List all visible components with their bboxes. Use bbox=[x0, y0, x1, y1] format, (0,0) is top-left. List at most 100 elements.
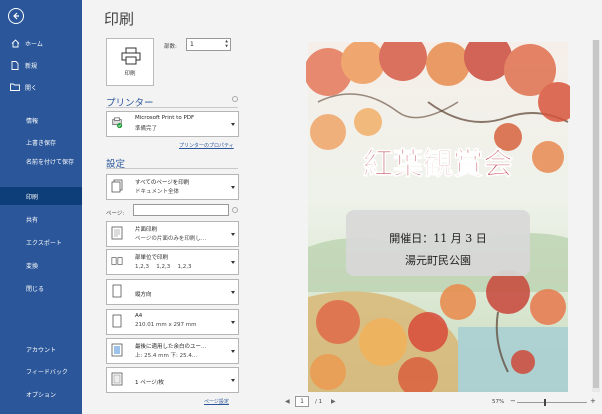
sidebar-item-transform[interactable]: 変換 bbox=[0, 256, 82, 274]
pages-label: ページ: bbox=[106, 211, 125, 217]
chevron-down-icon bbox=[231, 379, 235, 382]
margins-dropdown[interactable]: 最後に適用した余白のユー... 上: 25.4 mm 下: 25.4... bbox=[106, 338, 239, 364]
chevron-down-icon bbox=[231, 291, 235, 294]
printer-dropdown[interactable]: Microsoft Print to PDF 準備完了 bbox=[106, 111, 239, 137]
event-place: 湯元町民公園 bbox=[405, 254, 471, 267]
sidebar-item-open[interactable]: 開く bbox=[0, 78, 82, 96]
divider bbox=[106, 168, 238, 169]
sidebar-item-info[interactable]: 情報 bbox=[0, 111, 82, 129]
zoom-out-icon[interactable]: − bbox=[510, 397, 516, 405]
zoom-slider-handle[interactable] bbox=[544, 399, 546, 406]
sidebar-item-label: エクスポート bbox=[26, 239, 62, 247]
word-backstage-print: ホーム 新規 開く 情報 上書き保存 名前を付けて保存 印刷 共有 エクスポート… bbox=[0, 0, 602, 414]
sidebar-item-label: フィードバック bbox=[26, 368, 68, 376]
sidebar-item-share[interactable]: 共有 bbox=[0, 210, 82, 228]
current-page-input[interactable]: 1 bbox=[295, 396, 309, 407]
backstage-sidebar: ホーム 新規 開く 情報 上書き保存 名前を付けて保存 印刷 共有 エクスポート… bbox=[0, 0, 82, 414]
portrait-icon bbox=[112, 284, 122, 298]
zoom-slider[interactable] bbox=[517, 402, 587, 403]
pages-icon bbox=[111, 179, 123, 193]
previous-page-icon[interactable]: ◀ bbox=[285, 398, 290, 405]
chevron-down-icon bbox=[231, 350, 235, 353]
setting-line1: 最後に適用した余白のユー... bbox=[135, 344, 207, 350]
total-pages: / 1 bbox=[315, 399, 323, 405]
sidebar-item-label: 新規 bbox=[25, 62, 38, 70]
margins-icon bbox=[111, 343, 123, 357]
setting-line1: 片面印刷 bbox=[135, 227, 158, 233]
scrollbar-thumb[interactable] bbox=[593, 40, 599, 388]
chevron-down-icon bbox=[231, 123, 235, 126]
page-title: 印刷 bbox=[104, 10, 135, 28]
sidebar-item-new[interactable]: 新規 bbox=[0, 56, 82, 74]
sidebar-item-label: 変換 bbox=[26, 262, 39, 270]
next-page-icon[interactable]: ▶ bbox=[331, 398, 336, 405]
home-icon bbox=[10, 38, 20, 48]
sidebar-item-label: 印刷 bbox=[26, 193, 39, 201]
zoom-in-icon[interactable]: + bbox=[590, 397, 596, 405]
preview-scrollbar[interactable] bbox=[592, 40, 600, 392]
print-preview-page: 紅葉観賞会 開催日：11 月 3 日 湯元町民公園 bbox=[306, 42, 570, 392]
copies-value: 1 bbox=[190, 41, 194, 48]
sidebar-item-label: 閉じる bbox=[26, 285, 45, 293]
new-document-icon bbox=[10, 60, 20, 70]
sidebar-item-export[interactable]: エクスポート bbox=[0, 233, 82, 251]
sidebar-item-options[interactable]: オプション bbox=[0, 385, 82, 403]
info-icon[interactable] bbox=[232, 96, 238, 102]
chevron-down-icon bbox=[231, 186, 235, 189]
print-range-dropdown[interactable]: すべてのページを印刷 ドキュメント全体 bbox=[106, 174, 239, 200]
setting-line2: 上: 25.4 mm 下: 25.4... bbox=[135, 353, 198, 359]
setting-line1: すべてのページを印刷 bbox=[135, 180, 190, 186]
paper-size-icon bbox=[112, 314, 122, 328]
sidebar-item-label: 開く bbox=[25, 84, 38, 92]
setting-line2: 1,2,3 1,2,3 1,2,3 bbox=[135, 264, 192, 270]
print-button-label: 印刷 bbox=[124, 71, 136, 77]
pages-input[interactable] bbox=[133, 204, 229, 216]
printer-status: 準備完了 bbox=[135, 126, 158, 132]
chevron-down-icon bbox=[231, 233, 235, 236]
sidebar-item-save[interactable]: 上書き保存 bbox=[0, 133, 82, 151]
chevron-down-icon bbox=[231, 261, 235, 264]
setting-line2: ドキュメント全体 bbox=[135, 189, 180, 195]
setting-line1: 1 ページ/枚 bbox=[135, 380, 164, 386]
divider bbox=[106, 107, 238, 108]
sidebar-item-save-as[interactable]: 名前を付けて保存 bbox=[0, 156, 82, 180]
setting-line1: 縦方向 bbox=[135, 292, 152, 298]
event-date: 開催日：11 月 3 日 bbox=[389, 231, 487, 245]
info-icon[interactable] bbox=[232, 207, 238, 213]
spin-arrows-icon[interactable]: ▲ ▼ bbox=[225, 39, 228, 49]
page-setup-link[interactable]: ページ設定 bbox=[204, 398, 229, 405]
sidebar-item-label: アカウント bbox=[26, 346, 57, 354]
sidebar-item-label: 情報 bbox=[26, 117, 39, 125]
pages-per-sheet-icon bbox=[111, 372, 123, 386]
orientation-dropdown[interactable]: 縦方向 bbox=[106, 279, 239, 305]
sidebar-item-close[interactable]: 閉じる bbox=[0, 279, 82, 297]
setting-line2: 210.01 mm x 297 mm bbox=[135, 322, 197, 328]
folder-icon bbox=[10, 82, 20, 92]
printer-name: Microsoft Print to PDF bbox=[135, 115, 195, 121]
sidebar-item-label: ホーム bbox=[25, 40, 43, 48]
print-button[interactable]: 印刷 bbox=[106, 38, 154, 86]
zoom-level: 57% bbox=[492, 399, 505, 405]
paper-size-dropdown[interactable]: A4 210.01 mm x 297 mm bbox=[106, 309, 239, 335]
printer-properties-link[interactable]: プリンターのプロパティ bbox=[179, 142, 234, 149]
sidebar-item-print[interactable]: 印刷 bbox=[0, 187, 82, 205]
setting-line1: 部単位で印刷 bbox=[135, 255, 169, 261]
pages-per-sheet-dropdown[interactable]: 1 ページ/枚 bbox=[106, 367, 239, 393]
copies-label: 部数: bbox=[164, 44, 177, 50]
sidebar-item-account[interactable]: アカウント bbox=[0, 340, 82, 358]
one-sided-icon bbox=[111, 226, 123, 240]
sidebar-item-label: オプション bbox=[26, 391, 57, 399]
chevron-down-icon bbox=[231, 321, 235, 324]
printer-icon bbox=[121, 47, 141, 65]
sides-dropdown[interactable]: 片面印刷 ページの片面のみを印刷し... bbox=[106, 221, 239, 247]
sidebar-item-label: 共有 bbox=[26, 216, 39, 224]
setting-line2: ページの片面のみを印刷し... bbox=[135, 236, 207, 242]
sidebar-item-home[interactable]: ホーム bbox=[0, 34, 82, 52]
copies-stepper[interactable]: 1 ▲ ▼ bbox=[186, 38, 231, 51]
preview-navigation-bar: ◀ 1 / 1 ▶ 57% − + bbox=[285, 396, 602, 410]
back-arrow-icon[interactable] bbox=[8, 8, 24, 24]
collation-dropdown[interactable]: 部単位で印刷 1,2,3 1,2,3 1,2,3 bbox=[106, 249, 239, 275]
collated-icon bbox=[111, 257, 123, 265]
sidebar-item-label: 上書き保存 bbox=[26, 139, 57, 147]
sidebar-item-feedback[interactable]: フィードバック bbox=[0, 362, 82, 380]
